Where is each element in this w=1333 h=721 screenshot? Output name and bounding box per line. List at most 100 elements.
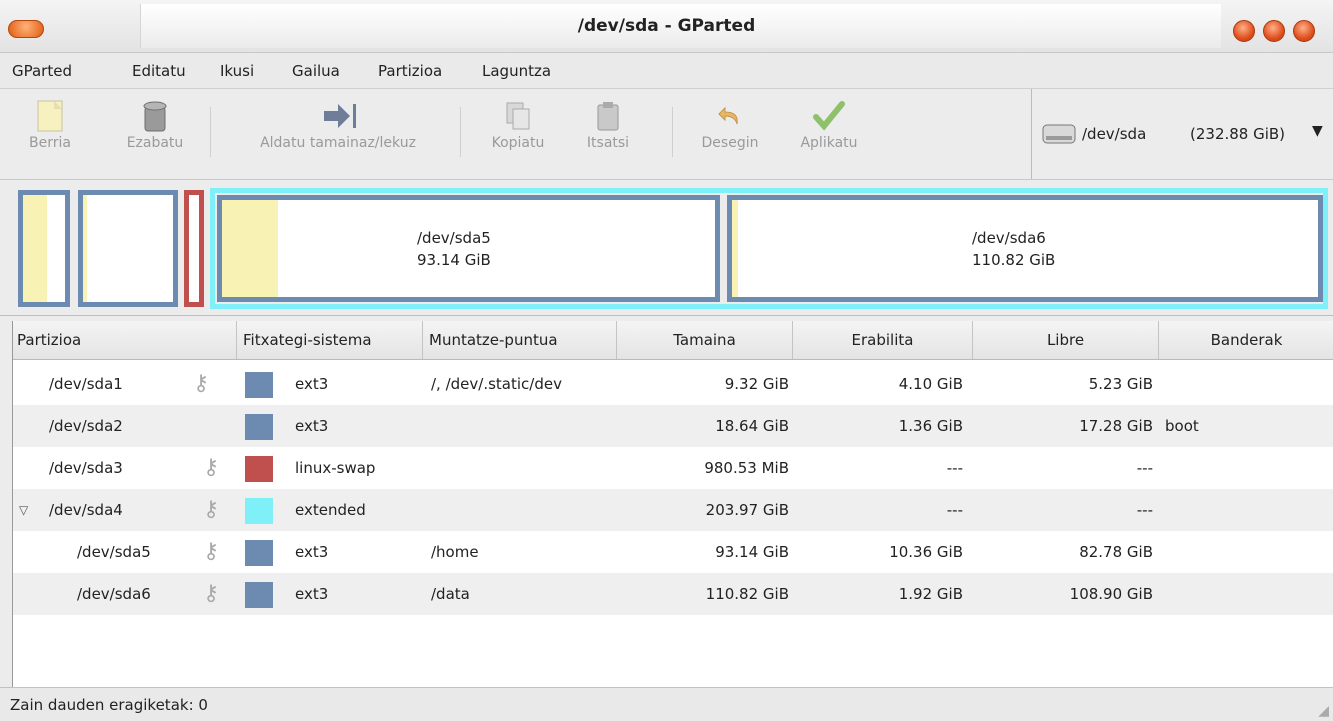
partition-map: /dev/sda5 93.14 GiB /dev/sda6 110.82 GiB (0, 180, 1333, 316)
used: 10.36 GiB (889, 543, 963, 561)
table-header: Partizioa Fitxategi-sistema Muntatze-pun… (13, 321, 1333, 360)
filesystem: ext3 (295, 417, 329, 435)
used: --- (946, 459, 963, 477)
key-icon: ⚷ (203, 497, 220, 522)
minimize-button[interactable] (1233, 20, 1255, 42)
menu-editatu[interactable]: Editatu (132, 62, 186, 80)
partition-name: /dev/sda1 (49, 375, 123, 393)
partition-size: 110.82 GiB (972, 251, 1056, 269)
partition-block-sda1[interactable] (18, 190, 70, 307)
device-selector-content: /dev/sda (232.88 GiB) ▼ (1040, 117, 1326, 151)
resize-move-button[interactable]: Aldatu tamainaz/lekuz (232, 97, 444, 151)
pending-operations-status: Zain dauden eragiketak: 0 (10, 696, 208, 714)
partition-label: /dev/sda6 110.82 GiB (972, 227, 1055, 271)
filesystem-color-swatch (245, 372, 273, 398)
menu-ikusi[interactable]: Ikusi (220, 62, 254, 80)
column-header-size[interactable]: Tamaina (617, 321, 793, 359)
delete-button[interactable]: Ezabatu (115, 97, 195, 151)
partition-block-sda3[interactable] (184, 190, 204, 307)
copy-button-label: Kopiatu (491, 135, 545, 151)
table-row[interactable]: ▽ /dev/sda4 ⚷ extended 203.97 GiB --- --… (13, 489, 1333, 531)
free: --- (1136, 501, 1153, 519)
menu-gailua[interactable]: Gailua (292, 62, 340, 80)
partition-name: /dev/sda5 (77, 543, 151, 561)
free: 108.90 GiB (1069, 585, 1153, 603)
used: 4.10 GiB (898, 375, 963, 393)
resize-grip-icon[interactable]: ◢ (1318, 703, 1329, 719)
resize-move-button-label: Aldatu tamainaz/lekuz (260, 135, 416, 151)
maximize-button[interactable] (1263, 20, 1285, 42)
filesystem: extended (295, 501, 366, 519)
key-icon: ⚷ (193, 371, 210, 396)
partition-block-sda5[interactable]: /dev/sda5 93.14 GiB (217, 195, 720, 302)
undo-button-label: Desegin (701, 135, 759, 151)
paste-button[interactable]: Itsatsi (578, 97, 638, 151)
free: 17.28 GiB (1079, 417, 1153, 435)
filesystem: ext3 (295, 543, 329, 561)
title-bar: /dev/sda - GParted (0, 0, 1333, 53)
used: 1.36 GiB (898, 417, 963, 435)
free: 5.23 GiB (1088, 375, 1153, 393)
table-row[interactable]: /dev/sda6 ⚷ ext3 /data 110.82 GiB 1.92 G… (13, 573, 1333, 615)
trash-icon (137, 97, 173, 135)
column-header-filesystem[interactable]: Fitxategi-sistema (237, 321, 423, 359)
filesystem: linux-swap (295, 459, 376, 477)
partition-block-sda2[interactable] (78, 190, 178, 307)
delete-button-label: Ezabatu (126, 135, 184, 151)
table-row[interactable]: /dev/sda2 ext3 18.64 GiB 1.36 GiB 17.28 … (13, 405, 1333, 447)
key-icon: ⚷ (203, 455, 220, 480)
used-space-fill (23, 195, 47, 302)
apply-button[interactable]: Aplikatu (786, 97, 872, 151)
free: 82.78 GiB (1079, 543, 1153, 561)
copy-button[interactable]: Kopiatu (478, 97, 558, 151)
filesystem-color-swatch (245, 540, 273, 566)
new-document-icon (32, 97, 68, 135)
new-button[interactable]: Berria (20, 97, 80, 151)
mountpoint: /home (431, 543, 479, 561)
expander-arrow-icon[interactable]: ▽ (19, 489, 28, 531)
partition-name: /dev/sda6 (972, 229, 1046, 247)
free: --- (1136, 459, 1153, 477)
table-row[interactable]: /dev/sda3 ⚷ linux-swap 980.53 MiB --- --… (13, 447, 1333, 489)
column-header-flags[interactable]: Banderak (1159, 321, 1333, 359)
resize-arrow-icon (320, 97, 356, 135)
device-selector[interactable]: /dev/sda (232.88 GiB) ▼ (1031, 89, 1333, 179)
size: 110.82 GiB (705, 585, 789, 603)
key-icon: ⚷ (203, 581, 220, 606)
column-header-free[interactable]: Libre (973, 321, 1159, 359)
undo-button[interactable]: Desegin (690, 97, 770, 151)
filesystem-color-swatch (245, 498, 273, 524)
partition-size: 93.14 GiB (417, 251, 491, 269)
device-name: /dev/sda (1082, 125, 1147, 143)
undo-icon (712, 97, 748, 135)
size: 980.53 MiB (704, 459, 789, 477)
column-header-partition[interactable]: Partizioa (13, 321, 237, 359)
menu-gparted[interactable]: GParted (12, 62, 72, 80)
used-space-fill (732, 200, 738, 297)
partition-name: /dev/sda6 (77, 585, 151, 603)
toolbar-separator (672, 107, 673, 157)
copy-icon (500, 97, 536, 135)
column-header-used[interactable]: Erabilita (793, 321, 973, 359)
key-icon: ⚷ (203, 539, 220, 564)
used: --- (946, 501, 963, 519)
close-button[interactable] (1293, 20, 1315, 42)
menu-partizioa[interactable]: Partizioa (378, 62, 442, 80)
toolbar-separator (210, 107, 211, 157)
table-row[interactable]: /dev/sda5 ⚷ ext3 /home 93.14 GiB 10.36 G… (13, 531, 1333, 573)
partition-name: /dev/sda4 (49, 501, 123, 519)
dropdown-arrow-icon: ▼ (1312, 123, 1323, 139)
column-header-mountpoint[interactable]: Muntatze-puntua (423, 321, 617, 359)
filesystem-color-swatch (245, 456, 273, 482)
checkmark-icon (811, 97, 847, 135)
used-space-fill (83, 195, 87, 302)
filesystem: ext3 (295, 375, 329, 393)
used-space-fill (222, 200, 278, 297)
window-title: /dev/sda - GParted (577, 16, 756, 36)
partition-block-sda6[interactable]: /dev/sda6 110.82 GiB (727, 195, 1323, 302)
table-row[interactable]: /dev/sda1 ⚷ ext3 /, /dev/.static/dev 9.3… (13, 363, 1333, 405)
size: 18.64 GiB (715, 417, 789, 435)
new-button-label: Berria (29, 135, 71, 151)
menu-laguntza[interactable]: Laguntza (482, 62, 551, 80)
harddisk-icon (1042, 123, 1076, 149)
